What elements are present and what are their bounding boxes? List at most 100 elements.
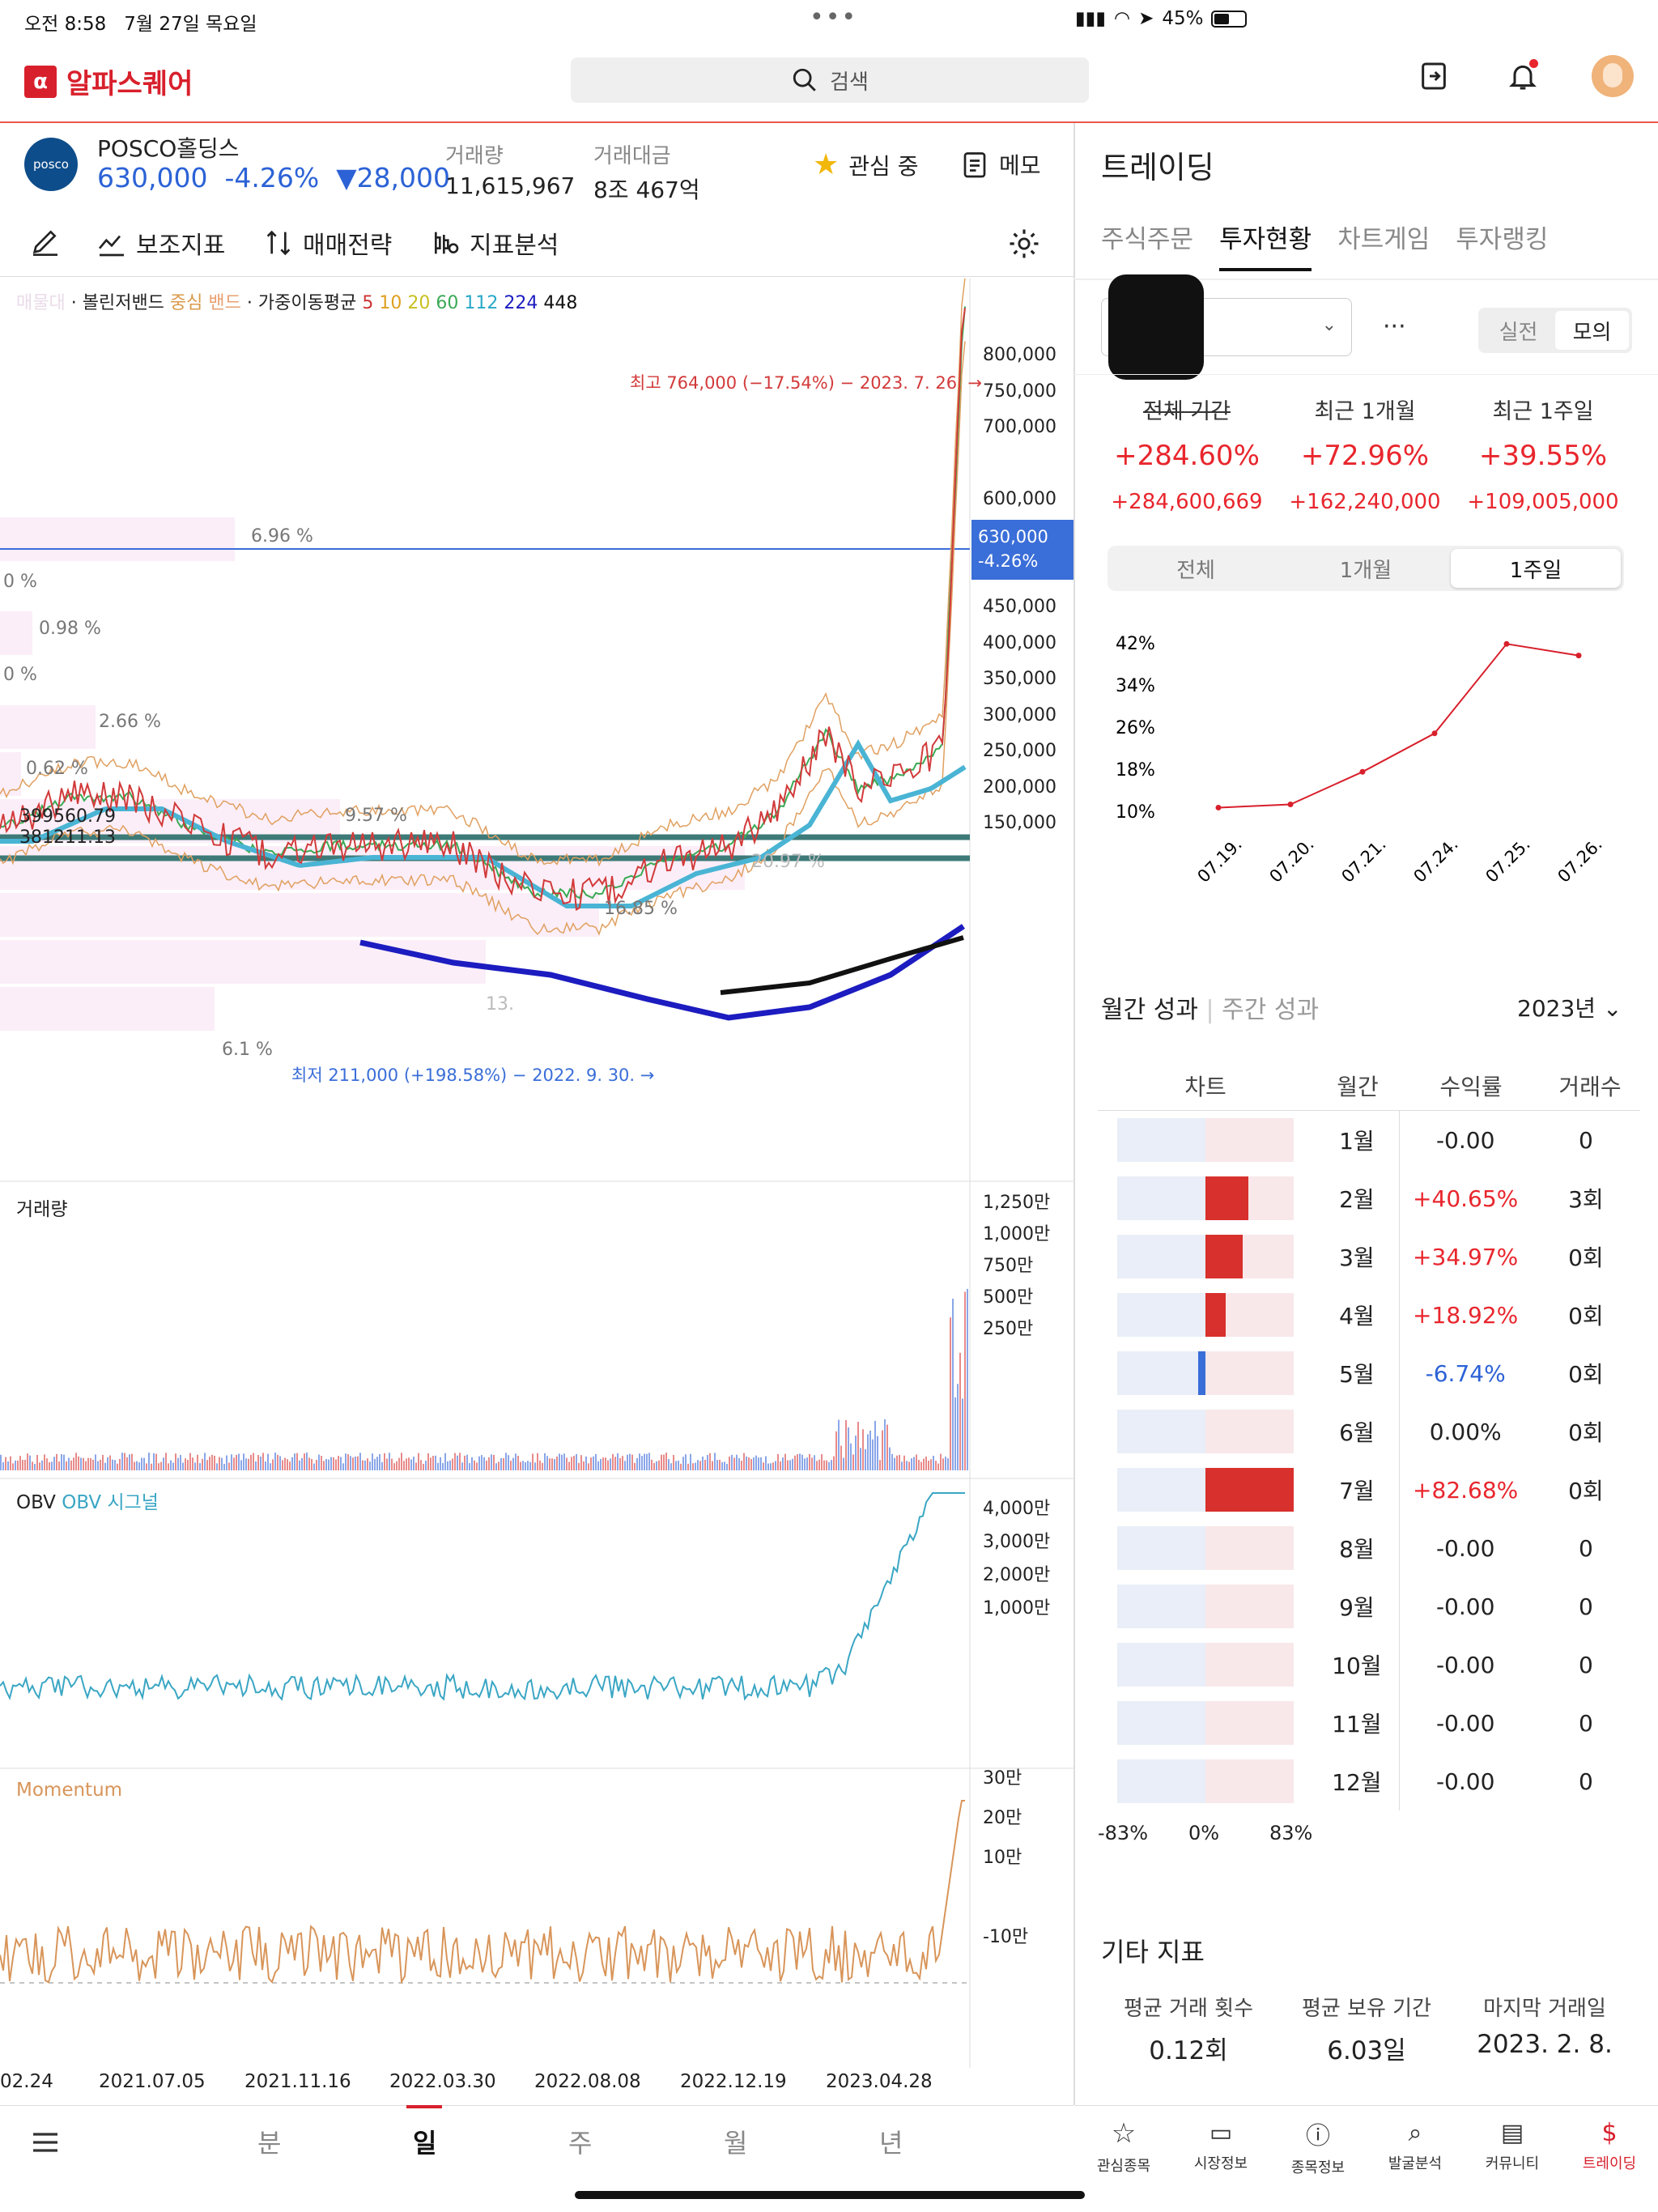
seg-1month[interactable]: 1개월 [1281,549,1451,588]
mini-y-tick: 34% [1116,676,1155,696]
vp-bar [0,893,599,937]
tab-portfolio[interactable]: 투자현황 [1219,219,1312,271]
watchlist-button[interactable]: ★ 관심 중 [813,148,918,181]
volume-bar [903,1455,905,1470]
volume-bar [457,1455,458,1470]
volume-bar [323,1461,325,1470]
volume-bar [243,1453,244,1470]
menu-icon[interactable] [29,2126,62,2162]
monthly-bar [1117,1701,1294,1745]
volume-bar [49,1461,50,1470]
volume-bar [510,1461,512,1470]
mode-demo[interactable]: 모의 [1555,311,1629,350]
volume-bar [551,1458,553,1470]
nav-watchlist[interactable]: ☆ 관심종목 [1075,2106,1172,2186]
volume-bar [270,1463,271,1470]
date-tick: 2021.07.05 [99,2071,206,2092]
volume-bar [158,1463,159,1470]
seg-1week[interactable]: 1주일 [1451,549,1621,588]
volume-bar [566,1457,568,1470]
monthly-bar [1117,1235,1294,1278]
monthly-tab[interactable]: 월간 성과 [1101,996,1198,1024]
scale-max: 83% [1269,1822,1313,1844]
monthly-row: 2월 +40.65% 3회 [1098,1169,1640,1227]
multitask-dots[interactable]: ••• [810,3,857,32]
volume-tick: 250만 [983,1319,1034,1339]
volume-bar [41,1460,43,1470]
stock-change-pct: -4.26% [224,162,320,194]
avatar[interactable] [1592,55,1634,97]
bar-negative-bg [1117,1585,1205,1628]
return-mini-chart: 42% 34% 26% 18% 10% 07.19. 07.20. 07.21. 07.24. 0… [1116,634,1606,887]
etc-label: 마지막 거래일 [1483,1997,1606,2021]
strategy-button[interactable]: 매매전략 [262,225,392,261]
tab-order[interactable]: 주식주문 [1101,219,1193,271]
home-indicator[interactable] [575,2191,1085,2199]
nav-market[interactable]: ▭ 시장정보 [1172,2106,1269,2186]
period-tab[interactable]: 주 [568,2123,592,2160]
memo-button[interactable]: 메모 [960,148,1041,181]
volume-bar [415,1462,417,1470]
mini-x-tick: 07.19. [1193,835,1245,887]
volume-bar [748,1457,750,1470]
monthly-bar [1117,1526,1294,1570]
app-logo[interactable]: α 알파스퀘어 [24,62,193,101]
volume-bar [508,1455,509,1470]
indicator-button[interactable]: 보조지표 [96,225,225,261]
trading-tabs: 주식주문 투자현황 차트게임 투자랭킹 [1101,219,1548,271]
login-icon[interactable] [1414,56,1454,96]
volume-bar [296,1453,298,1470]
stock-name[interactable]: POSCO홀딩스 [97,131,240,164]
nav-community[interactable]: ▤ 커뮤니티 [1464,2106,1561,2186]
account-select[interactable]: ⌄ [1101,274,1352,380]
status-bar: 오전 8:58 7월 27일 목요일 ••• ▮▮▮ ◠ ➤ 45% [0,0,1658,40]
date-tick: 2022.03.30 [389,2071,496,2092]
draw-button[interactable] [29,225,62,257]
period-tab[interactable]: 일 [413,2123,436,2160]
analysis-label: 지표분석 [470,232,559,260]
volume-bar [471,1457,473,1470]
volume-bar [437,1462,439,1470]
period-tab[interactable]: 년 [879,2123,903,2160]
scale-min: -83% [1098,1822,1149,1844]
mode-real[interactable]: 실전 [1482,311,1555,350]
tab-chart-game[interactable]: 차트게임 [1337,219,1430,271]
volume-bar [95,1454,96,1470]
nav-discover[interactable]: ⌕ 발굴분석 [1367,2106,1464,2186]
date-tick: 2022.12.19 [680,2071,787,2092]
nav-trading[interactable]: $ 트레이딩 [1561,2106,1658,2186]
volume-bar [333,1457,334,1470]
volume-bar [384,1453,385,1470]
analysis-button[interactable]: 지표분석 [429,225,559,261]
period-tab[interactable]: 월 [724,2123,747,2160]
seg-all[interactable]: 전체 [1111,549,1281,588]
weekly-tab[interactable]: 주간 성과 [1222,996,1319,1024]
gear-icon[interactable] [1007,227,1041,264]
tab-ranking[interactable]: 투자랭킹 [1456,219,1548,271]
volume-bar [478,1456,480,1470]
volume-bar [325,1459,327,1470]
volume-bar [789,1460,791,1470]
volume-bar [729,1456,730,1470]
volume-bar [287,1459,288,1470]
bell-icon[interactable] [1503,56,1543,96]
volume-bar [775,1461,776,1470]
price-chart[interactable] [0,279,1073,2068]
volume-bar [636,1457,638,1470]
volume-bar [483,1457,485,1470]
volume-bars [0,1288,968,1470]
search-input[interactable]: 검색 [571,57,1089,103]
month-return: -0.00 [1435,1709,1495,1737]
monthly-bar [1117,1468,1294,1512]
volume-bar [680,1463,682,1470]
nav-stockinfo[interactable]: ⓘ 종목정보 [1269,2106,1367,2186]
volume-bar [495,1463,497,1470]
volume-bar [493,1454,495,1470]
more-button[interactable]: ··· [1383,313,1406,341]
period-tab[interactable]: 분 [257,2123,281,2160]
year-select[interactable]: 2023년 ⌄ [1517,991,1622,1023]
volume-bar [835,1431,837,1470]
month-label: 6월 [1339,1419,1375,1446]
price-tick: 600,000 [983,489,1056,509]
volume-bar [940,1453,942,1470]
